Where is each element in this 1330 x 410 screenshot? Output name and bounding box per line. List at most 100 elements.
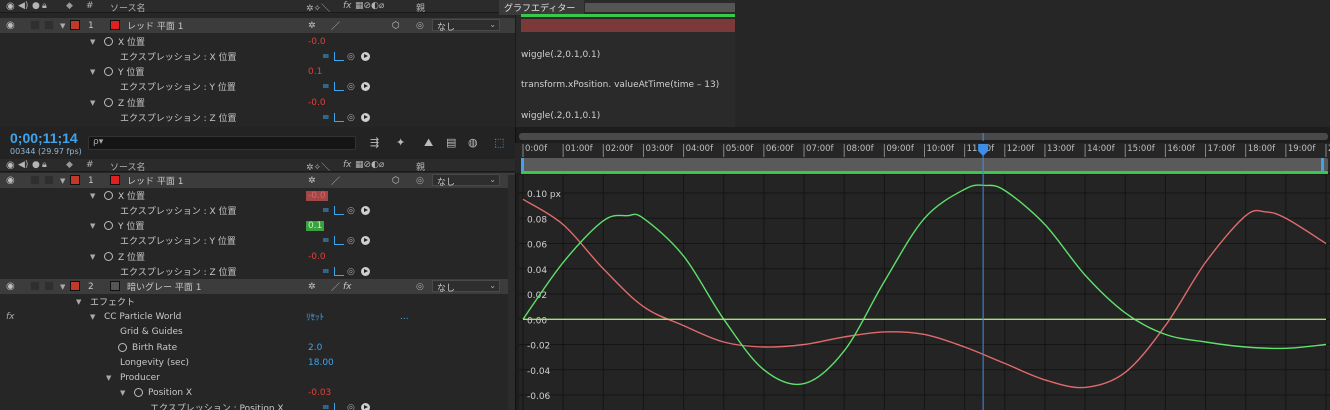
graph-editor-toggle-icon[interactable]: ⬚ bbox=[494, 136, 508, 149]
top-layer-row[interactable]: ◉ ▼ 1 レッド 平面 1 ✲ ／ ⬡ ◎ なし ⌄ bbox=[0, 18, 515, 33]
label-color-swatch[interactable] bbox=[70, 20, 80, 30]
parent-pickwhip-icon[interactable]: ◎ bbox=[416, 282, 424, 292]
expand-triangle[interactable]: ▼ bbox=[90, 313, 95, 321]
stopwatch-icon[interactable] bbox=[104, 252, 113, 261]
graph-editor-tab[interactable]: グラフエディター bbox=[499, 0, 584, 15]
stopwatch-icon[interactable] bbox=[118, 343, 127, 352]
bottom-x-expression-row[interactable]: エクスプレッション : X 位置 = ◎ bbox=[0, 203, 515, 218]
audio-toggle[interactable] bbox=[30, 175, 40, 185]
expression-language-menu-icon[interactable] bbox=[361, 403, 370, 410]
property-value-selected-red[interactable]: -0.0 bbox=[306, 190, 328, 201]
graph-post-expression-icon[interactable] bbox=[334, 403, 344, 410]
layer-list-scrollbar[interactable] bbox=[508, 175, 515, 410]
expression-enable-icon[interactable]: = bbox=[322, 267, 330, 277]
top-time-navigator[interactable] bbox=[585, 3, 735, 12]
top-work-area-bar[interactable] bbox=[521, 14, 735, 17]
work-area-end-handle[interactable] bbox=[1321, 158, 1324, 171]
parent-column-header[interactable]: 親 bbox=[416, 160, 425, 173]
shy-switch-icon[interactable]: ✲ bbox=[308, 176, 316, 186]
expand-layer-triangle[interactable]: ▼ bbox=[60, 283, 65, 291]
expression-text-z[interactable]: wiggle(.2,0.1,0.1) bbox=[521, 111, 735, 126]
graph-post-expression-icon[interactable] bbox=[334, 113, 344, 122]
work-area-bar[interactable] bbox=[521, 171, 1328, 174]
particle-world-row[interactable]: fx ▼ CC Particle World ﾘｾｯﾄ ... bbox=[0, 309, 515, 324]
frame-blending-icon[interactable]: ▤ bbox=[446, 136, 460, 149]
visibility-eye-icon[interactable]: ◉ bbox=[6, 175, 15, 186]
expression-text-y[interactable]: transform.xPosition. valueAtTime(time – … bbox=[521, 80, 735, 95]
stopwatch-icon[interactable] bbox=[104, 191, 113, 200]
search-input[interactable]: ρ▾ bbox=[88, 136, 356, 150]
expand-triangle[interactable]: ▼ bbox=[90, 99, 95, 107]
expand-layer-triangle[interactable]: ▼ bbox=[60, 177, 65, 185]
longevity-row[interactable]: Longevity (sec) 18.00 bbox=[0, 355, 515, 370]
stopwatch-icon[interactable] bbox=[104, 221, 113, 230]
motion-blur-icon[interactable]: ◍ bbox=[468, 136, 482, 149]
expression-enable-icon[interactable]: = bbox=[322, 206, 330, 216]
label-color-swatch[interactable] bbox=[70, 281, 80, 291]
bottom-y-expression-row[interactable]: エクスプレッション : Y 位置 = ◎ bbox=[0, 233, 515, 248]
source-name-column-header[interactable]: ソース名 bbox=[110, 1, 146, 14]
property-value[interactable]: 2.0 bbox=[308, 343, 322, 353]
expand-triangle[interactable]: ▼ bbox=[120, 389, 125, 397]
graph-post-expression-icon[interactable] bbox=[334, 267, 344, 276]
expression-pickwhip-icon[interactable]: ◎ bbox=[347, 82, 355, 92]
lock-toggle[interactable] bbox=[44, 281, 54, 291]
property-value[interactable]: -0.03 bbox=[308, 388, 331, 398]
top-z-expression-row[interactable]: エクスプレッション : Z 位置 = ◎ bbox=[0, 110, 515, 125]
grid-guides-row[interactable]: Grid & Guides bbox=[0, 324, 515, 339]
stopwatch-icon[interactable] bbox=[104, 67, 113, 76]
parent-column-header[interactable]: 親 bbox=[416, 1, 425, 14]
graph-editor-canvas[interactable]: 0:00f 01:00f 02:00f 03:00f 04:00f 05:00f 06:00… bbox=[515, 127, 1330, 410]
draft-3d-icon[interactable]: ✦ bbox=[396, 136, 410, 149]
top-y-expression-row[interactable]: エクスプレッション : Y 位置 = ◎ bbox=[0, 79, 515, 94]
num-column-header[interactable]: # bbox=[86, 1, 94, 11]
3d-layer-icon[interactable]: ⬡ bbox=[392, 176, 400, 186]
top-x-expression-row[interactable]: エクスプレッション : X 位置 = ◎ bbox=[0, 49, 515, 64]
expand-triangle[interactable]: ▼ bbox=[90, 253, 95, 261]
parent-dropdown[interactable]: なし ⌄ bbox=[432, 174, 500, 188]
property-value[interactable]: 18.00 bbox=[308, 358, 334, 368]
time-ruler[interactable]: 0:00f 01:00f 02:00f 03:00f 04:00f 05:00f 06:00… bbox=[515, 143, 1330, 174]
top-x-position-row[interactable]: ▼ X 位置 -0.0 bbox=[0, 34, 515, 49]
layer-name[interactable]: レッド 平面 1 bbox=[127, 174, 183, 187]
shy-switch-icon[interactable]: ✲ bbox=[308, 282, 316, 292]
parent-dropdown[interactable]: なし ⌄ bbox=[432, 19, 500, 33]
quality-switch-icon[interactable]: ／ bbox=[331, 174, 340, 187]
expression-pickwhip-icon[interactable]: ◎ bbox=[347, 113, 355, 123]
lock-toggle[interactable] bbox=[44, 175, 54, 185]
lock-toggle[interactable] bbox=[44, 20, 54, 30]
property-value[interactable]: 0.1 bbox=[308, 67, 322, 77]
stopwatch-icon[interactable] bbox=[134, 388, 143, 397]
visibility-eye-icon[interactable]: ◉ bbox=[6, 281, 15, 292]
expression-enable-icon[interactable]: = bbox=[322, 403, 330, 410]
expand-triangle[interactable]: ▼ bbox=[90, 222, 95, 230]
top-z-position-row[interactable]: ▼ Z 位置 -0.0 bbox=[0, 95, 515, 110]
expression-language-menu-icon[interactable] bbox=[361, 236, 370, 245]
expression-language-menu-icon[interactable] bbox=[361, 82, 370, 91]
property-value[interactable]: -0.0 bbox=[308, 252, 326, 262]
property-value-selected-green[interactable]: 0.1 bbox=[306, 220, 325, 231]
expression-pickwhip-icon[interactable]: ◎ bbox=[347, 403, 355, 410]
graph-post-expression-icon[interactable] bbox=[334, 52, 344, 61]
composition-mini-flowchart-icon[interactable]: ⇶ bbox=[370, 136, 384, 149]
3d-layer-icon[interactable]: ⬡ bbox=[392, 21, 400, 31]
bottom-z-position-row[interactable]: ▼ Z 位置 -0.0 bbox=[0, 249, 515, 264]
source-name-column-header[interactable]: ソース名 bbox=[110, 160, 146, 173]
effect-reset-link[interactable]: ﾘｾｯﾄ bbox=[306, 310, 324, 323]
graph-post-expression-icon[interactable] bbox=[334, 82, 344, 91]
shy-switch-icon[interactable]: ✲ bbox=[308, 21, 316, 31]
quality-switch-icon[interactable]: ／ bbox=[331, 19, 340, 32]
bottom-x-position-row[interactable]: ▼ X 位置 -0.0 bbox=[0, 188, 515, 203]
expression-language-menu-icon[interactable] bbox=[361, 267, 370, 276]
stopwatch-icon[interactable] bbox=[104, 98, 113, 107]
bottom-y-position-row[interactable]: ▼ Y 位置 0.1 bbox=[0, 218, 515, 233]
bottom-layer2-row[interactable]: ◉ ▼ 2 暗いグレー 平面 1 ✲ ／ fx ◎ なし ⌄ bbox=[0, 279, 515, 294]
work-area-start-handle[interactable] bbox=[521, 158, 524, 171]
quality-switch-icon[interactable]: ／ bbox=[331, 280, 340, 293]
audio-toggle[interactable] bbox=[30, 20, 40, 30]
graph-post-expression-icon[interactable] bbox=[334, 206, 344, 215]
expand-triangle[interactable]: ▼ bbox=[90, 38, 95, 46]
shy-layers-icon[interactable]: ⛰ bbox=[424, 136, 438, 149]
property-value[interactable]: -0.0 bbox=[308, 37, 326, 47]
label-color-swatch[interactable] bbox=[70, 175, 80, 185]
